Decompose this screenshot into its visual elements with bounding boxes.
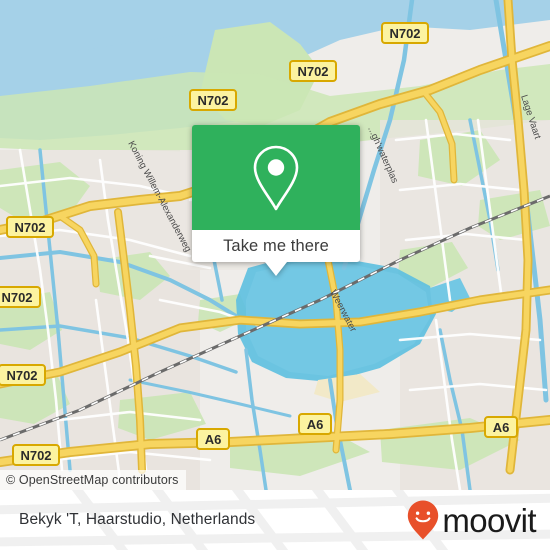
- road-shield-label: A6: [307, 417, 324, 432]
- osm-attribution[interactable]: © OpenStreetMap contributors: [0, 470, 186, 490]
- road-shield-label: A6: [493, 420, 510, 435]
- road-shield: N702: [289, 60, 337, 82]
- road-shield-label: N702: [20, 448, 51, 463]
- road-shield: A6: [298, 413, 332, 435]
- place-title: Bekyk 'T, Haarstudio, Netherlands: [19, 511, 256, 528]
- road-shield: N702: [6, 216, 54, 238]
- popup-action-panel[interactable]: Take me there: [192, 230, 360, 262]
- moovit-smiling-pin-icon: [408, 500, 439, 540]
- road-shield-label: N702: [389, 26, 420, 41]
- road-shield-label: A6: [205, 432, 222, 447]
- road-shield-label: N702: [14, 220, 45, 235]
- road-shield-label: N702: [297, 64, 328, 79]
- moovit-wordmark: moovit: [442, 501, 536, 539]
- road-shield: N702: [0, 286, 41, 308]
- road-shield: N702: [189, 89, 237, 111]
- popup-tail: [265, 262, 287, 276]
- popup-image-panel: [192, 125, 360, 230]
- road-shield-label: N702: [197, 93, 228, 108]
- footer-bar: Bekyk 'T, Haarstudio, Netherlands moovit: [0, 490, 550, 550]
- road-shield-label: N702: [6, 368, 37, 383]
- road-shield: A6: [196, 428, 230, 450]
- place-popup-card[interactable]: Take me there: [192, 125, 360, 276]
- road-shield: N702: [381, 22, 429, 44]
- road-shield: N702: [0, 364, 46, 386]
- moovit-brand[interactable]: moovit: [406, 499, 537, 541]
- moovit-map-screen: Koning Willem-Alexanderweg Lage Vaart ...g…: [0, 0, 550, 550]
- take-me-there-label: Take me there: [223, 236, 329, 255]
- road-shield: N702: [12, 444, 60, 466]
- road-shield: A6: [484, 416, 518, 438]
- road-shield-label: N702: [1, 290, 32, 305]
- attribution-text: © OpenStreetMap contributors: [6, 473, 179, 487]
- map-pin-icon: [253, 145, 299, 210]
